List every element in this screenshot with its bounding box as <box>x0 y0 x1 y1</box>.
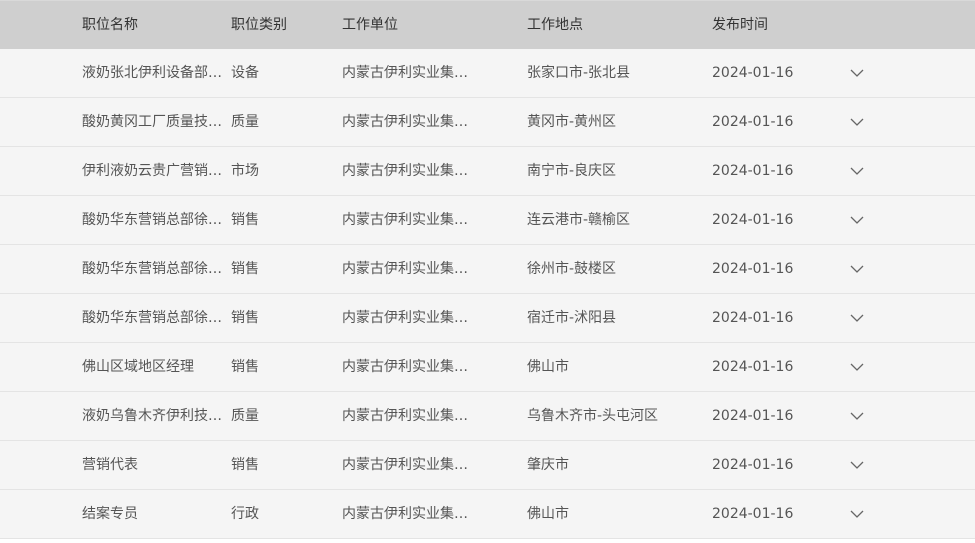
job-unit: 内蒙古伊利实业集团... <box>342 457 480 473</box>
job-date: 2024-01-16 <box>712 506 794 522</box>
job-unit: 内蒙古伊利实业集团... <box>342 163 480 179</box>
table-row[interactable]: 酸奶华东营销总部徐州区域... 销售 内蒙古伊利实业集团... 徐州市-鼓楼区 … <box>0 245 975 294</box>
table-body: 液奶张北伊利设备部机修工... 设备 内蒙古伊利实业集团... 张家口市-张北县… <box>0 49 975 539</box>
chevron-down-icon[interactable] <box>847 167 867 175</box>
job-location: 连云港市-赣榆区 <box>527 212 631 228</box>
header-location: 工作地点 <box>527 17 583 33</box>
table-row[interactable]: 结案专员 行政 内蒙古伊利实业集团... 佛山市 2024-01-16 <box>0 490 975 539</box>
job-date: 2024-01-16 <box>712 114 794 130</box>
chevron-down-icon[interactable] <box>847 216 867 224</box>
job-category: 质量 <box>231 114 259 130</box>
job-unit: 内蒙古伊利实业集团... <box>342 310 480 326</box>
chevron-down-icon[interactable] <box>847 461 867 469</box>
table-row[interactable]: 伊利液奶云贵广营销总部南... 市场 内蒙古伊利实业集团... 南宁市-良庆区 … <box>0 147 975 196</box>
job-title: 酸奶华东营销总部徐州区域... <box>82 310 231 326</box>
header-category: 职位类别 <box>231 17 287 33</box>
job-category: 行政 <box>231 506 259 522</box>
job-location: 宿迁市-沭阳县 <box>527 310 617 326</box>
job-unit: 内蒙古伊利实业集团... <box>342 114 480 130</box>
job-date: 2024-01-16 <box>712 212 794 228</box>
table-row[interactable]: 液奶乌鲁木齐伊利技术部质... 质量 内蒙古伊利实业集团... 乌鲁木齐市-头屯… <box>0 392 975 441</box>
job-title: 液奶张北伊利设备部机修工... <box>82 65 231 81</box>
job-location: 南宁市-良庆区 <box>527 163 617 179</box>
job-date: 2024-01-16 <box>712 457 794 473</box>
job-unit: 内蒙古伊利实业集团... <box>342 408 480 424</box>
job-category: 市场 <box>231 163 259 179</box>
table-row[interactable]: 酸奶华东营销总部徐州区域... 销售 内蒙古伊利实业集团... 连云港市-赣榆区… <box>0 196 975 245</box>
chevron-down-icon[interactable] <box>847 265 867 273</box>
table-row[interactable]: 佛山区域地区经理 销售 内蒙古伊利实业集团... 佛山市 2024-01-16 <box>0 343 975 392</box>
job-date: 2024-01-16 <box>712 163 794 179</box>
chevron-down-icon[interactable] <box>847 363 867 371</box>
job-date: 2024-01-16 <box>712 65 794 81</box>
job-location: 徐州市-鼓楼区 <box>527 261 617 277</box>
header-date: 发布时间 <box>712 17 768 33</box>
table-row[interactable]: 酸奶华东营销总部徐州区域... 销售 内蒙古伊利实业集团... 宿迁市-沭阳县 … <box>0 294 975 343</box>
job-title: 结案专员 <box>82 506 138 522</box>
job-location: 张家口市-张北县 <box>527 65 631 81</box>
table-row[interactable]: 营销代表 销售 内蒙古伊利实业集团... 肇庆市 2024-01-16 <box>0 441 975 490</box>
job-title: 酸奶华东营销总部徐州区域... <box>82 261 231 277</box>
chevron-down-icon[interactable] <box>847 69 867 77</box>
header-title: 职位名称 <box>82 17 138 33</box>
job-title: 液奶乌鲁木齐伊利技术部质... <box>82 408 231 424</box>
job-category: 质量 <box>231 408 259 424</box>
chevron-down-icon[interactable] <box>847 412 867 420</box>
job-category: 销售 <box>231 261 259 277</box>
job-date: 2024-01-16 <box>712 261 794 277</box>
job-date: 2024-01-16 <box>712 310 794 326</box>
table-row[interactable]: 液奶张北伊利设备部机修工... 设备 内蒙古伊利实业集团... 张家口市-张北县… <box>0 49 975 98</box>
job-category: 销售 <box>231 212 259 228</box>
job-title: 伊利液奶云贵广营销总部南... <box>82 163 231 179</box>
job-category: 销售 <box>231 457 259 473</box>
job-title: 佛山区域地区经理 <box>82 359 194 375</box>
chevron-down-icon[interactable] <box>847 118 867 126</box>
job-category: 销售 <box>231 359 259 375</box>
job-location: 黄冈市-黄州区 <box>527 114 617 130</box>
job-category: 设备 <box>231 65 259 81</box>
chevron-down-icon[interactable] <box>847 510 867 518</box>
job-title: 酸奶华东营销总部徐州区域... <box>82 212 231 228</box>
chevron-down-icon[interactable] <box>847 314 867 322</box>
job-unit: 内蒙古伊利实业集团... <box>342 261 480 277</box>
job-location: 佛山市 <box>527 506 569 522</box>
job-unit: 内蒙古伊利实业集团... <box>342 212 480 228</box>
job-category: 销售 <box>231 310 259 326</box>
job-unit: 内蒙古伊利实业集团... <box>342 506 480 522</box>
job-location: 肇庆市 <box>527 457 569 473</box>
job-title: 营销代表 <box>82 457 138 473</box>
job-unit: 内蒙古伊利实业集团... <box>342 359 480 375</box>
header-unit: 工作单位 <box>342 17 398 33</box>
job-unit: 内蒙古伊利实业集团... <box>342 65 480 81</box>
job-title: 酸奶黄冈工厂质量技术部检... <box>82 114 231 130</box>
job-location: 佛山市 <box>527 359 569 375</box>
job-location: 乌鲁木齐市-头屯河区 <box>527 408 659 424</box>
table-row[interactable]: 酸奶黄冈工厂质量技术部检... 质量 内蒙古伊利实业集团... 黄冈市-黄州区 … <box>0 98 975 147</box>
job-date: 2024-01-16 <box>712 359 794 375</box>
job-list-table: 职位名称 职位类别 工作单位 工作地点 发布时间 液奶张北伊利设备部机修工...… <box>0 0 975 539</box>
job-date: 2024-01-16 <box>712 408 794 424</box>
table-header: 职位名称 职位类别 工作单位 工作地点 发布时间 <box>0 0 975 49</box>
